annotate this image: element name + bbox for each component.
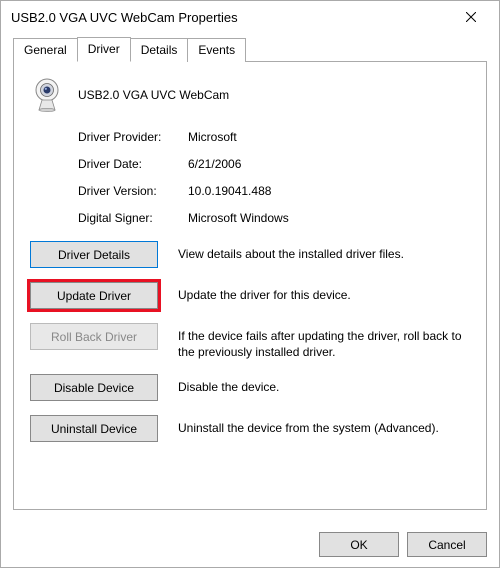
device-name: USB2.0 VGA UVC WebCam: [78, 88, 229, 102]
signer-label: Digital Signer:: [78, 211, 188, 225]
tab-general[interactable]: General: [13, 38, 78, 62]
update-driver-button[interactable]: Update Driver: [30, 282, 158, 309]
driver-panel: USB2.0 VGA UVC WebCam Driver Provider: M…: [13, 61, 487, 510]
action-row-rollback: Roll Back Driver If the device fails aft…: [30, 323, 470, 360]
dialog-footer: OK Cancel: [1, 522, 499, 567]
action-row-uninstall: Uninstall Device Uninstall the device fr…: [30, 415, 470, 442]
provider-value: Microsoft: [188, 130, 237, 144]
info-row-provider: Driver Provider: Microsoft: [78, 130, 470, 144]
action-row-details: Driver Details View details about the in…: [30, 241, 470, 268]
webcam-icon: [30, 78, 64, 112]
window-title: USB2.0 VGA UVC WebCam Properties: [11, 10, 451, 25]
close-icon: [466, 12, 476, 22]
action-row-disable: Disable Device Disable the device.: [30, 374, 470, 401]
info-row-version: Driver Version: 10.0.19041.488: [78, 184, 470, 198]
tab-strip: General Driver Details Events: [13, 37, 487, 61]
action-row-update: Update Driver Update the driver for this…: [30, 282, 470, 309]
close-button[interactable]: [451, 2, 491, 32]
tab-driver[interactable]: Driver: [77, 37, 131, 62]
disable-device-desc: Disable the device.: [178, 374, 279, 395]
device-header: USB2.0 VGA UVC WebCam: [30, 78, 470, 112]
content-area: General Driver Details Events USB2.0 VGA…: [1, 33, 499, 522]
cancel-button[interactable]: Cancel: [407, 532, 487, 557]
info-row-signer: Digital Signer: Microsoft Windows: [78, 211, 470, 225]
provider-label: Driver Provider:: [78, 130, 188, 144]
uninstall-device-button[interactable]: Uninstall Device: [30, 415, 158, 442]
version-value: 10.0.19041.488: [188, 184, 271, 198]
driver-details-button[interactable]: Driver Details: [30, 241, 158, 268]
date-label: Driver Date:: [78, 157, 188, 171]
driver-details-desc: View details about the installed driver …: [178, 241, 404, 262]
titlebar: USB2.0 VGA UVC WebCam Properties: [1, 1, 499, 33]
date-value: 6/21/2006: [188, 157, 241, 171]
signer-value: Microsoft Windows: [188, 211, 289, 225]
tab-details[interactable]: Details: [130, 38, 189, 62]
uninstall-device-desc: Uninstall the device from the system (Ad…: [178, 415, 439, 436]
info-row-date: Driver Date: 6/21/2006: [78, 157, 470, 171]
version-label: Driver Version:: [78, 184, 188, 198]
tab-events[interactable]: Events: [187, 38, 246, 62]
update-driver-desc: Update the driver for this device.: [178, 282, 351, 303]
properties-window: USB2.0 VGA UVC WebCam Properties General…: [0, 0, 500, 568]
roll-back-driver-button: Roll Back Driver: [30, 323, 158, 350]
ok-button[interactable]: OK: [319, 532, 399, 557]
roll-back-driver-desc: If the device fails after updating the d…: [178, 323, 470, 360]
disable-device-button[interactable]: Disable Device: [30, 374, 158, 401]
driver-info: Driver Provider: Microsoft Driver Date: …: [30, 130, 470, 225]
